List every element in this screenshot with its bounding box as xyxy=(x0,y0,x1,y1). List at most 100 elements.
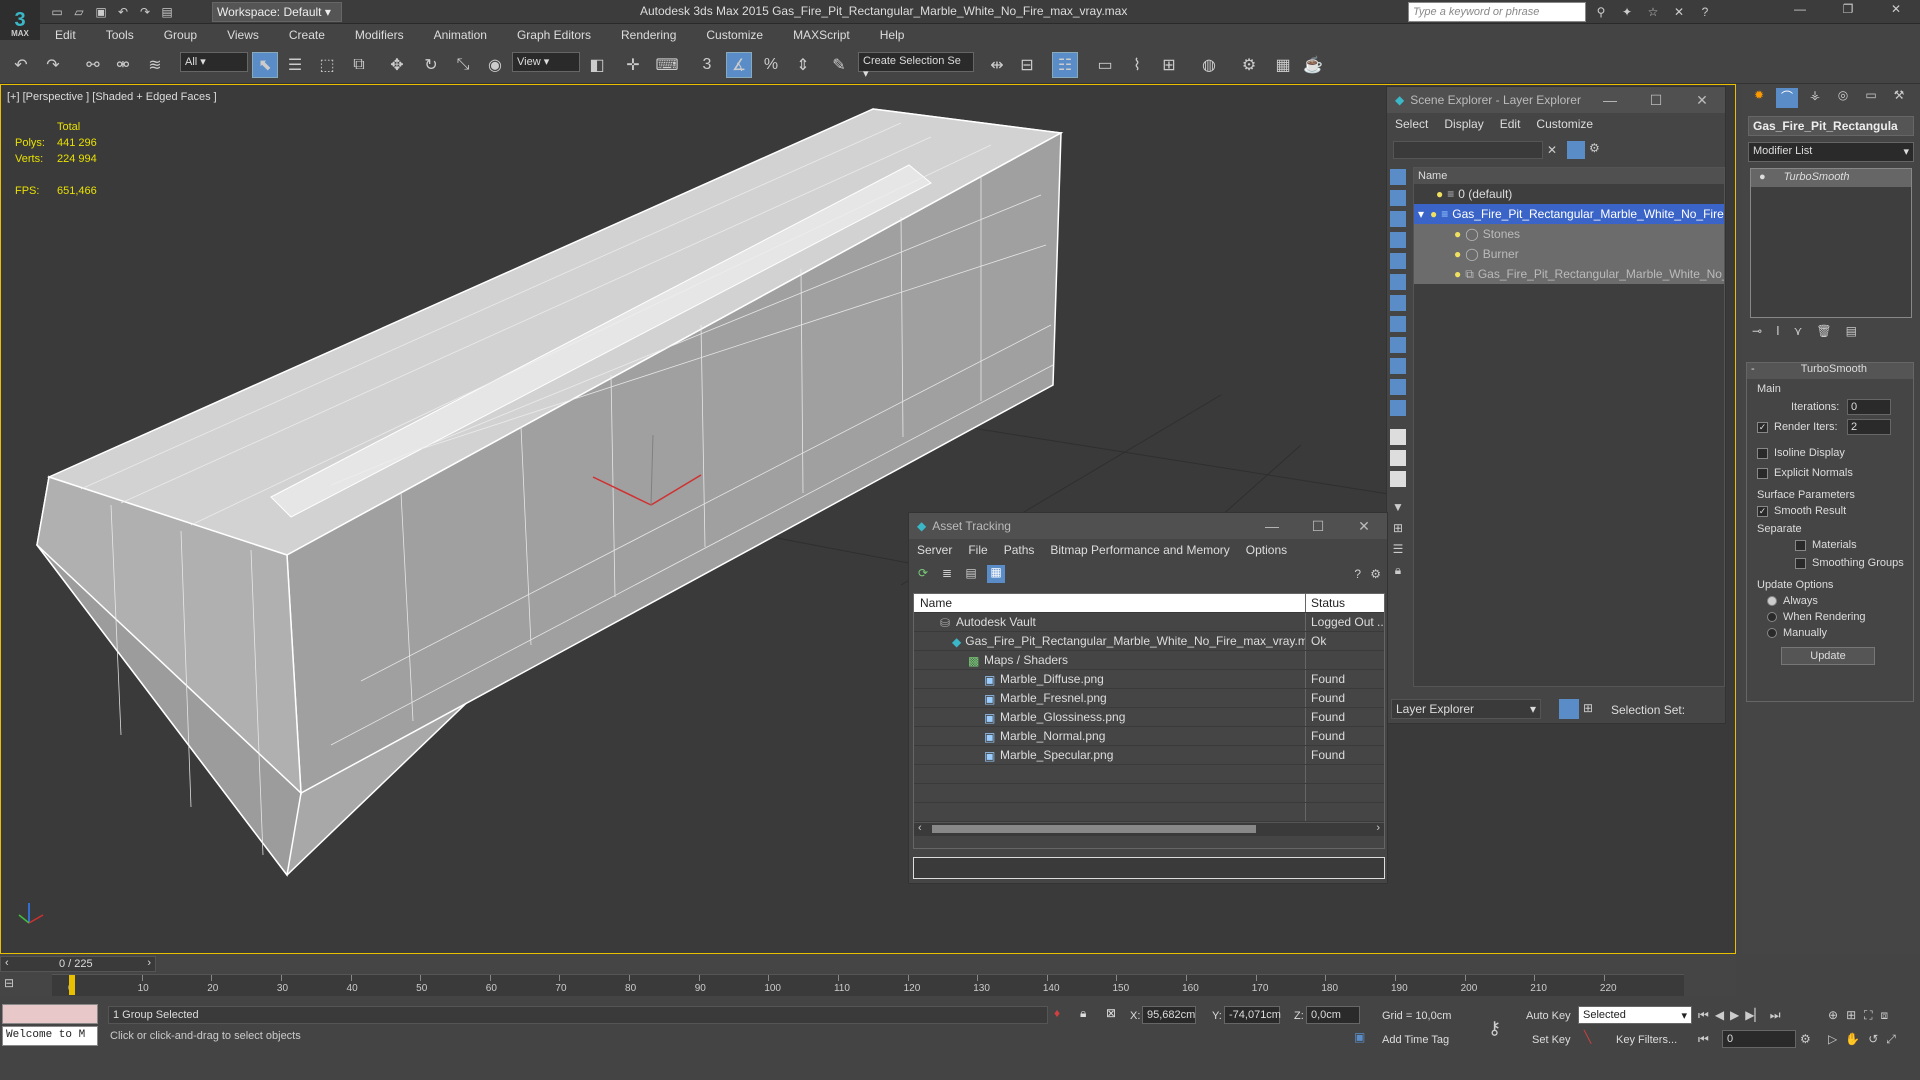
isoline-checkbox[interactable] xyxy=(1757,447,1768,459)
modify-tab-icon[interactable]: ⌒ xyxy=(1776,88,1798,108)
scroll-right-icon[interactable]: › xyxy=(1376,822,1380,834)
display-hidden-icon[interactable] xyxy=(1390,400,1406,416)
new-file-icon[interactable]: ▭ xyxy=(48,3,66,21)
menu-views[interactable]: Views xyxy=(212,28,274,42)
render-production-icon[interactable]: ☕ xyxy=(1300,52,1326,78)
unlink-icon[interactable]: ⚮ xyxy=(110,52,136,78)
se-menu-select[interactable]: Select xyxy=(1387,117,1436,131)
z-coordinate-field[interactable]: 0,0cm xyxy=(1306,1006,1360,1024)
subscription-icon[interactable]: ✦ xyxy=(1618,3,1636,21)
show-end-result-icon[interactable]: Ⅰ xyxy=(1776,324,1780,342)
previous-frame-icon[interactable]: ◀ xyxy=(1715,1008,1724,1023)
tree-item-fire-pit-layer[interactable]: ▾ ● ≡ Gas_Fire_Pit_Rectangular_Marble_White… xyxy=(1414,204,1724,224)
toggle-scene-explorer-icon[interactable]: ☷ xyxy=(1052,52,1078,78)
asset-tracking-close-icon[interactable]: ✕ xyxy=(1341,518,1387,535)
lock-icon[interactable]: 🔒︎ xyxy=(1390,563,1406,579)
smooth-result-checkbox[interactable]: ✓ xyxy=(1757,505,1768,517)
pivot-center-icon[interactable]: ◧ xyxy=(584,52,610,78)
lightbulb-icon[interactable]: ● xyxy=(1436,187,1443,201)
at-menu-options[interactable]: Options xyxy=(1238,543,1295,557)
material-editor-icon[interactable]: ◍ xyxy=(1196,52,1222,78)
auto-key-button[interactable]: Auto Key xyxy=(1526,1010,1571,1022)
toggle-ribbon-icon[interactable]: ▭ xyxy=(1092,52,1118,78)
zoom-extents-all-icon[interactable]: ⧈ xyxy=(1881,1008,1889,1023)
se-menu-display[interactable]: Display xyxy=(1436,117,1491,131)
table-row[interactable]: ◆ Gas_Fire_Pit_Rectangular_Marble_White_N… xyxy=(914,632,1384,651)
thumbnail-view-icon[interactable]: ▤ xyxy=(963,566,979,582)
display-helpers-icon[interactable] xyxy=(1390,253,1406,269)
play-icon[interactable]: ▶ xyxy=(1730,1008,1739,1023)
menu-customize[interactable]: Customize xyxy=(691,28,778,42)
at-menu-paths[interactable]: Paths xyxy=(996,543,1043,557)
maxscript-listener[interactable]: Welcome to M xyxy=(2,1026,98,1046)
edit-named-selection-icon[interactable]: ✎ xyxy=(826,52,852,78)
scale-icon[interactable]: ⤡ xyxy=(450,52,476,78)
layers-icon[interactable]: ☰ xyxy=(1390,542,1406,558)
display-bones-icon[interactable] xyxy=(1390,337,1406,353)
next-frame-icon[interactable]: ▶▏ xyxy=(1745,1008,1763,1023)
key-icon[interactable]: ⚷ xyxy=(1488,1018,1501,1039)
display-cameras-icon[interactable] xyxy=(1390,232,1406,248)
selection-lock-icon[interactable]: 🔒︎ xyxy=(1080,1006,1086,1021)
current-frame-field[interactable]: 0 xyxy=(1722,1030,1796,1048)
display-containers-icon[interactable] xyxy=(1390,358,1406,374)
lightbulb-icon[interactable]: ● xyxy=(1759,171,1766,183)
rendered-frame-window-icon[interactable]: ▦ xyxy=(1270,52,1296,78)
project-folder-icon[interactable]: ▤ xyxy=(158,3,176,21)
zoom-all-icon[interactable]: ⊞ xyxy=(1846,1008,1856,1023)
move-icon[interactable]: ✥ xyxy=(384,52,410,78)
explorer-type-dropdown[interactable]: Layer Explorer ▾ xyxy=(1391,699,1541,719)
undo-icon[interactable]: ↶ xyxy=(8,52,34,78)
table-row[interactable]: ▣ Marble_Normal.png Found xyxy=(914,727,1384,746)
time-configuration-icon[interactable]: ⚙ xyxy=(1800,1032,1811,1046)
se-menu-customize[interactable]: Customize xyxy=(1528,117,1601,131)
lightbulb-icon[interactable]: ● xyxy=(1454,227,1461,241)
layer-options-icon[interactable]: ⚙ xyxy=(1589,141,1600,155)
x-coordinate-field[interactable]: 95,682cm xyxy=(1142,1006,1196,1024)
col-status-header[interactable]: Status xyxy=(1306,594,1384,612)
app-logo[interactable]: 3 MAX xyxy=(0,0,40,40)
go-to-end-icon[interactable]: ⏭ xyxy=(1770,1008,1781,1023)
at-menu-file[interactable]: File xyxy=(960,543,995,557)
table-row[interactable]: ▩ Maps / Shaders xyxy=(914,651,1384,670)
curve-editor-icon[interactable]: ⌇ xyxy=(1124,52,1150,78)
tree-item-burner[interactable]: ● ◯ Burner xyxy=(1414,244,1724,264)
tree-item-default-layer[interactable]: ● ≡ 0 (default) xyxy=(1414,184,1724,204)
selection-filter-dropdown[interactable]: All ▾ xyxy=(180,52,248,72)
help-icon[interactable]: ? xyxy=(1696,3,1714,21)
menu-animation[interactable]: Animation xyxy=(419,28,502,42)
create-tab-icon[interactable]: ✹ xyxy=(1748,88,1770,108)
smoothing-groups-checkbox[interactable] xyxy=(1795,557,1806,569)
list-view-icon[interactable]: ≣ xyxy=(939,566,955,582)
menu-graph-editors[interactable]: Graph Editors xyxy=(502,28,606,42)
place-icon[interactable]: ◉ xyxy=(482,52,508,78)
align-icon[interactable]: ⊟ xyxy=(1014,52,1040,78)
motion-tab-icon[interactable]: ◎ xyxy=(1832,88,1854,108)
lightbulb-icon[interactable]: ● xyxy=(1430,207,1437,221)
lightbulb-icon[interactable]: ● xyxy=(1454,247,1461,261)
redo-icon[interactable]: ↷ xyxy=(40,52,66,78)
object-name-field[interactable]: Gas_Fire_Pit_Rectangula xyxy=(1748,116,1914,136)
materials-checkbox[interactable] xyxy=(1795,539,1806,551)
menu-group[interactable]: Group xyxy=(149,28,212,42)
menu-maxscript[interactable]: MAXScript xyxy=(778,28,865,42)
hierarchy-tab-icon[interactable]: ⚶ xyxy=(1804,88,1826,108)
settings-icon[interactable]: ⚙ xyxy=(1370,567,1381,581)
link-icon[interactable]: ⚯ xyxy=(80,52,106,78)
y-coordinate-field[interactable]: -74,071cm xyxy=(1224,1006,1281,1024)
binoculars-icon[interactable]: ⚲ xyxy=(1592,3,1610,21)
pin-stack-icon[interactable]: ⊸ xyxy=(1752,324,1762,342)
iterations-spinner[interactable]: 0 xyxy=(1847,399,1891,415)
display-all-icon[interactable] xyxy=(1390,429,1406,445)
tree-item-stones[interactable]: ● ◯ Stones xyxy=(1414,224,1724,244)
select-manipulate-icon[interactable]: ✛ xyxy=(620,52,646,78)
stack-item-turbosmooth[interactable]: ● TurboSmooth xyxy=(1751,169,1911,187)
remove-modifier-icon[interactable]: 🗑︎ xyxy=(1816,324,1831,342)
when-rendering-radio[interactable] xyxy=(1767,612,1777,623)
orbit-icon[interactable]: ↺ xyxy=(1868,1032,1878,1047)
key-mode-dropdown[interactable]: Selected ▾ xyxy=(1578,1006,1692,1024)
absolute-mode-icon[interactable]: ⊠ xyxy=(1106,1006,1116,1020)
menu-rendering[interactable]: Rendering xyxy=(606,28,691,42)
asset-path-field[interactable] xyxy=(913,857,1385,879)
hierarchy-toggle-icon[interactable]: ⊞ xyxy=(1583,701,1593,715)
